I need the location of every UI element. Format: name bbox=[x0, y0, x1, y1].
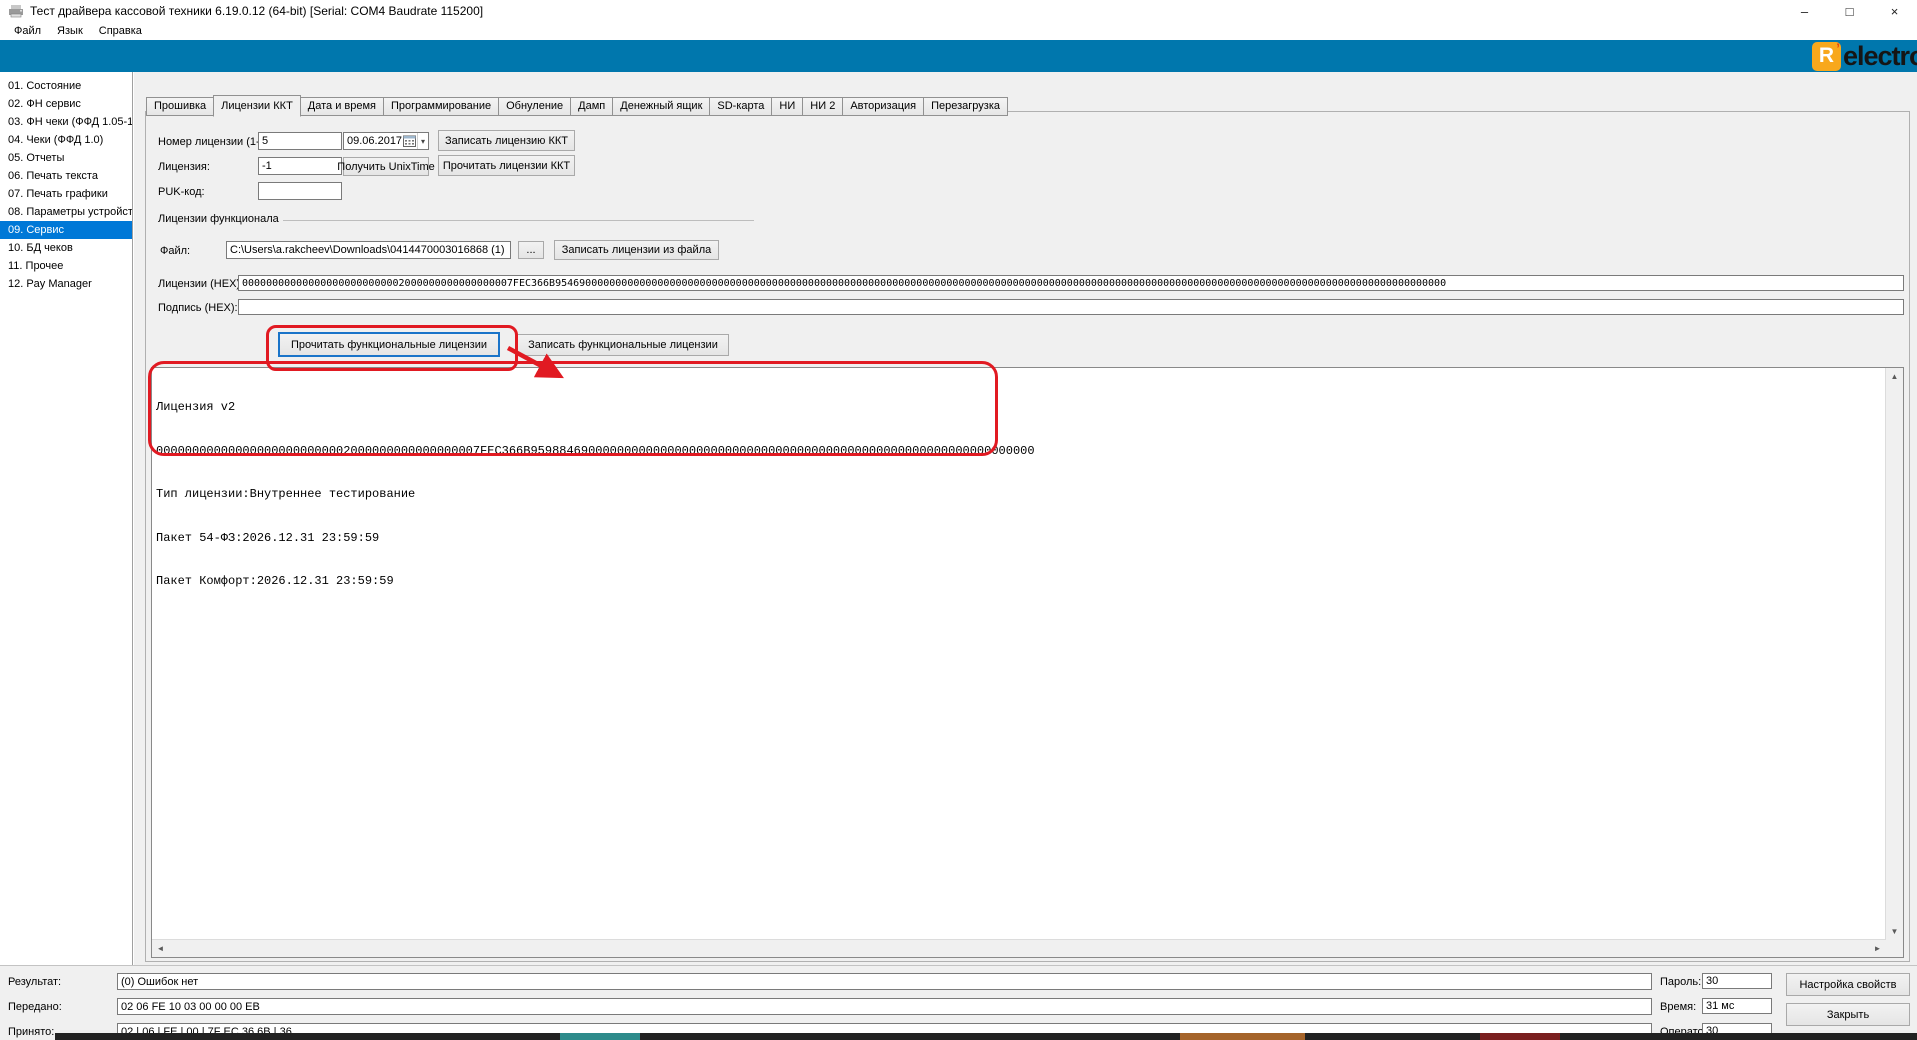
brand-letter: R bbox=[1819, 44, 1834, 68]
sidebar-item-10-bd-chekov[interactable]: 10. БД чеков bbox=[0, 239, 132, 257]
taskbar-app-chip bbox=[1480, 1033, 1560, 1040]
date-dropdown-arrow-icon[interactable]: ▾ bbox=[417, 133, 428, 149]
file-label: Файл: bbox=[160, 245, 190, 257]
close-button[interactable]: × bbox=[1872, 0, 1917, 22]
tab-perezagruzka[interactable]: Перезагрузка bbox=[923, 97, 1008, 116]
puk-input[interactable] bbox=[258, 182, 342, 200]
tab-strip: Прошивка Лицензии ККТ Дата и время Прогр… bbox=[146, 94, 1008, 116]
func-licenses-group-label: Лицензии функционала bbox=[154, 213, 283, 225]
minimize-button[interactable]: – bbox=[1782, 0, 1827, 22]
result-field[interactable] bbox=[117, 973, 1652, 990]
sidebar-item-09-servis[interactable]: 09. Сервис bbox=[0, 221, 132, 239]
taskbar-app-chip bbox=[1180, 1033, 1305, 1040]
brand-name: electro bbox=[1843, 41, 1917, 72]
status-bar: Результат: Передано: Принято: Пароль: Вр… bbox=[0, 965, 1917, 1040]
app-icon bbox=[8, 4, 24, 18]
password-label: Пароль: bbox=[1660, 976, 1701, 988]
license-number-input[interactable] bbox=[258, 132, 342, 150]
tab-data-i-vremya[interactable]: Дата и время bbox=[301, 97, 383, 116]
result-label: Результат: bbox=[8, 976, 61, 988]
sidebar: 01. Состояние 02. ФН сервис 03. ФН чеки … bbox=[0, 72, 133, 965]
title-bar: Тест драйвера кассовой техники 6.19.0.12… bbox=[0, 0, 1917, 22]
horizontal-scrollbar[interactable]: ◄ ► bbox=[152, 939, 1886, 957]
tab-ni[interactable]: НИ bbox=[771, 97, 802, 116]
scroll-down-icon[interactable]: ▼ bbox=[1886, 923, 1903, 940]
puk-label: PUK-код: bbox=[158, 186, 205, 198]
output-line: Пакет Комфорт:2026.12.31 23:59:59 bbox=[156, 574, 1883, 589]
sent-label: Передано: bbox=[8, 1001, 62, 1013]
tab-ni-2[interactable]: НИ 2 bbox=[802, 97, 842, 116]
menu-help[interactable]: Справка bbox=[91, 24, 150, 38]
taskbar-sliver bbox=[55, 1033, 1917, 1040]
scrollbar-corner bbox=[1886, 940, 1903, 957]
sidebar-item-06-pechat-teksta[interactable]: 06. Печать текста bbox=[0, 167, 132, 185]
date-value: 09.06.2017 bbox=[344, 135, 403, 147]
license-label: Лицензия: bbox=[158, 161, 210, 173]
tab-sd-karta[interactable]: SD-карта bbox=[709, 97, 771, 116]
write-license-kkt-button[interactable]: Записать лицензию ККТ bbox=[438, 130, 575, 151]
maximize-button[interactable]: □ bbox=[1827, 0, 1872, 22]
write-functional-licenses-button[interactable]: Записать функциональные лицензии bbox=[517, 334, 729, 356]
read-licenses-kkt-button[interactable]: Прочитать лицензии ККТ bbox=[438, 155, 575, 176]
write-licenses-from-file-button[interactable]: Записать лицензии из файла bbox=[554, 240, 719, 260]
tab-proshivka[interactable]: Прошивка bbox=[146, 97, 213, 116]
browse-file-button[interactable]: ... bbox=[518, 241, 544, 259]
taskbar-app-chip bbox=[560, 1033, 640, 1040]
sidebar-item-12-pay-manager[interactable]: 12. Pay Manager bbox=[0, 275, 132, 293]
output-line: Лицензия v2 bbox=[156, 400, 1883, 415]
output-line: 0000000000000000000000000020000000000000… bbox=[156, 444, 1883, 459]
time-label: Время: bbox=[1660, 1001, 1696, 1013]
license-output-area[interactable]: Лицензия v2 0000000000000000000000000020… bbox=[151, 367, 1904, 958]
brand-logo: R ’ electro bbox=[1812, 41, 1917, 71]
date-picker[interactable]: 09.06.2017 ▾ bbox=[343, 132, 429, 150]
sidebar-item-11-prochee[interactable]: 11. Прочее bbox=[0, 257, 132, 275]
licenses-hex-input[interactable] bbox=[238, 275, 1904, 291]
file-path-input[interactable] bbox=[226, 241, 511, 259]
brand-mark: ’ bbox=[1836, 40, 1840, 56]
menu-file[interactable]: Файл bbox=[6, 24, 49, 38]
tab-obnulenie[interactable]: Обнуление bbox=[498, 97, 570, 116]
window-title: Тест драйвера кассовой техники 6.19.0.12… bbox=[30, 4, 483, 18]
get-unixtime-button[interactable]: Получить UnixTime bbox=[343, 157, 429, 176]
group-divider bbox=[262, 220, 754, 221]
close-app-button[interactable]: Закрыть bbox=[1786, 1003, 1910, 1026]
licenses-hex-label: Лицензии (HEX): bbox=[158, 278, 243, 290]
password-field[interactable] bbox=[1702, 973, 1772, 989]
scroll-right-icon[interactable]: ► bbox=[1869, 940, 1886, 957]
tab-denezhnyj-yashchik[interactable]: Денежный ящик bbox=[612, 97, 709, 116]
sidebar-item-08-parametry[interactable]: 08. Параметры устройства bbox=[0, 203, 132, 221]
tab-licenzii-kkt[interactable]: Лицензии ККТ bbox=[213, 95, 301, 117]
menu-bar: Файл Язык Справка bbox=[0, 22, 1917, 40]
scroll-left-icon[interactable]: ◄ bbox=[152, 940, 169, 957]
sign-hex-input[interactable] bbox=[238, 299, 1904, 315]
tab-damp[interactable]: Дамп bbox=[570, 97, 612, 116]
sidebar-item-05-otchety[interactable]: 05. Отчеты bbox=[0, 149, 132, 167]
output-line: Тип лицензии:Внутреннее тестирование bbox=[156, 487, 1883, 502]
sidebar-item-02-fn-servis[interactable]: 02. ФН сервис bbox=[0, 95, 132, 113]
sidebar-item-04-cheki[interactable]: 04. Чеки (ФФД 1.0) bbox=[0, 131, 132, 149]
tab-programmirovanie[interactable]: Программирование bbox=[383, 97, 498, 116]
sidebar-item-03-fn-cheki[interactable]: 03. ФН чеки (ФФД 1.05-1.2) bbox=[0, 113, 132, 131]
sent-field[interactable] bbox=[117, 998, 1652, 1015]
license-tab-panel: Номер лицензии (1-15) 09.06.2017 ▾ Запис… bbox=[145, 111, 1910, 962]
menu-language[interactable]: Язык bbox=[49, 24, 91, 38]
output-line: Пакет 54-ФЗ:2026.12.31 23:59:59 bbox=[156, 531, 1883, 546]
sidebar-item-07-pechat-grafiki[interactable]: 07. Печать графики bbox=[0, 185, 132, 203]
received-label: Принято: bbox=[8, 1026, 54, 1038]
scroll-up-icon[interactable]: ▲ bbox=[1886, 368, 1903, 385]
application-window: Тест драйвера кассовой техники 6.19.0.12… bbox=[0, 0, 1917, 1040]
sidebar-item-01-sostoyanie[interactable]: 01. Состояние bbox=[0, 77, 132, 95]
license-input[interactable] bbox=[258, 157, 342, 175]
calendar-icon bbox=[403, 135, 416, 147]
window-controls: – □ × bbox=[1782, 0, 1917, 22]
time-field[interactable] bbox=[1702, 998, 1772, 1014]
brand-banner: R ’ electro bbox=[0, 40, 1917, 72]
sign-hex-label: Подпись (HEX): bbox=[158, 302, 238, 314]
settings-button[interactable]: Настройка свойств bbox=[1786, 973, 1910, 996]
brand-logo-icon: R ’ bbox=[1812, 42, 1841, 71]
license-output-text: Лицензия v2 0000000000000000000000000020… bbox=[156, 371, 1883, 618]
tab-avtorizaciya[interactable]: Авторизация bbox=[842, 97, 923, 116]
read-functional-licenses-button[interactable]: Прочитать функциональные лицензии bbox=[278, 332, 500, 357]
vertical-scrollbar[interactable]: ▲ ▼ bbox=[1885, 368, 1903, 940]
